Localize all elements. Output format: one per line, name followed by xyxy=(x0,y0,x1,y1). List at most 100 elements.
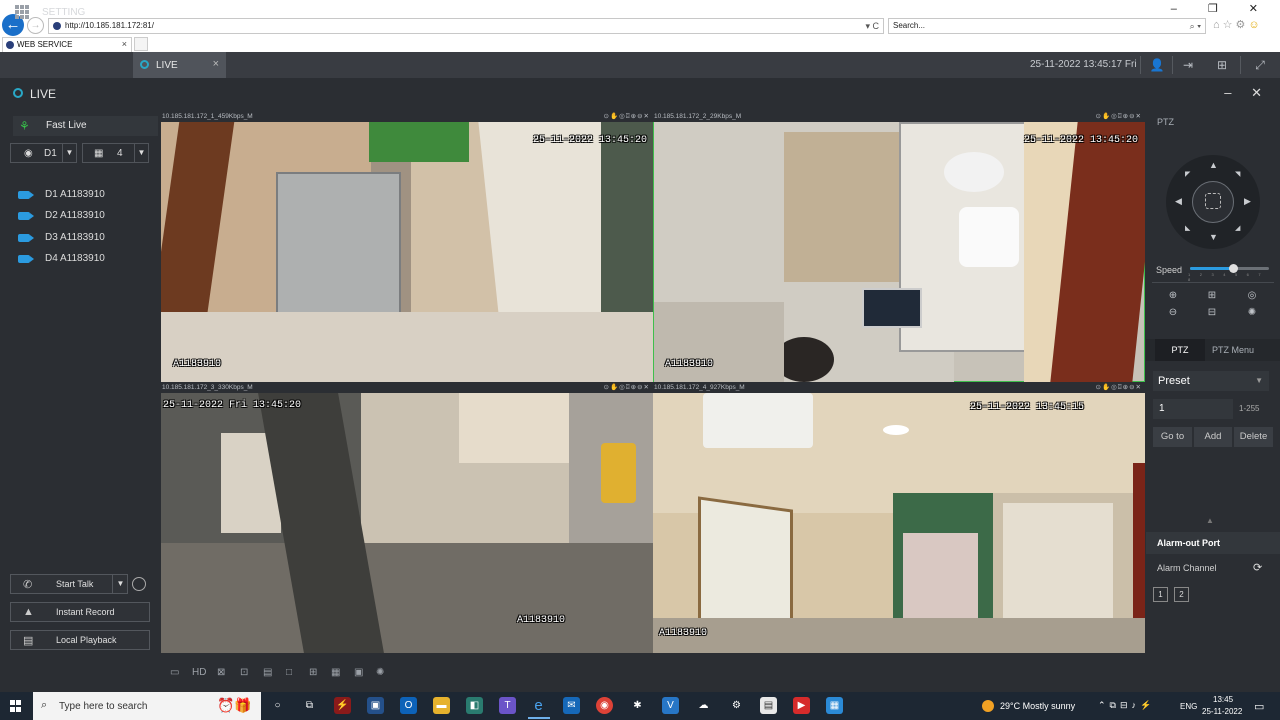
refresh-icon[interactable]: ⟳ xyxy=(1253,561,1262,574)
tab-live-close-icon[interactable]: × xyxy=(213,58,219,70)
local-playback-button[interactable]: ▤ Local Playback xyxy=(10,630,150,650)
focus-near-icon[interactable]: ⊞ xyxy=(1205,290,1219,302)
settings-icon[interactable]: ⚙ xyxy=(728,697,745,714)
ptz-down-icon[interactable]: ▼ xyxy=(1209,232,1218,242)
clock-time[interactable]: 13:45 xyxy=(1213,695,1233,704)
focus-far-icon[interactable]: ⊟ xyxy=(1205,307,1219,319)
browser-toolbar-icons[interactable]: ⌂☆⚙☺ xyxy=(1213,18,1263,31)
app-icon[interactable]: ▶ xyxy=(793,697,810,714)
alarm-port-2[interactable]: 2 xyxy=(1174,587,1189,602)
fit-screen-icon[interactable]: ⊡ xyxy=(240,667,248,679)
live-window-controls[interactable]: – ✕ xyxy=(1224,85,1270,101)
ptz-up-icon[interactable]: ▲ xyxy=(1209,160,1218,170)
camera-tools-icons[interactable]: ⊙✋◎⌼⊕⊖✕ xyxy=(1096,382,1142,393)
weather-text[interactable]: 29°C Mostly sunny xyxy=(1000,701,1075,711)
camera-tools-icons[interactable]: ⊙✋◎⌼⊕⊖✕ xyxy=(1096,111,1142,122)
outlook-icon[interactable]: O xyxy=(400,697,417,714)
tab-ptz-menu[interactable]: PTZ Menu xyxy=(1212,345,1254,355)
search-icon[interactable]: ⌕ ▾ xyxy=(1190,19,1201,33)
camera-view-4[interactable]: 10.185.181.172_4_927Kbps_M ⊙✋◎⌼⊕⊖✕ 25-11… xyxy=(653,382,1145,653)
clock-date[interactable]: 25-11-2022 xyxy=(1202,707,1242,716)
start-talk-dropdown[interactable]: ▼ xyxy=(112,574,128,594)
browser-tab[interactable]: WEB SERVICE × xyxy=(2,37,132,52)
task-view-icon[interactable]: ⧉ xyxy=(301,697,318,714)
internet-explorer-icon[interactable]: e xyxy=(530,697,547,714)
app-icon[interactable]: ▤ xyxy=(760,697,777,714)
taskbar-search-input[interactable]: ⌕ Type here to search ⏰🎁 xyxy=(33,692,261,720)
device-select[interactable]: ◉ D1 ▼ xyxy=(10,143,77,163)
custom-split-icon[interactable]: ▣ xyxy=(354,667,363,679)
delete-preset-button[interactable]: Delete xyxy=(1234,427,1273,447)
channel-item-d4[interactable]: D4 A1183910 xyxy=(18,252,148,268)
goto-preset-button[interactable]: Go to xyxy=(1153,427,1192,447)
ptz-up-right-icon[interactable]: ◥ xyxy=(1235,170,1240,178)
notification-icon[interactable]: ▭ xyxy=(1254,700,1264,713)
app-icon[interactable]: ✱ xyxy=(629,697,646,714)
preset-number-input[interactable]: 1 xyxy=(1153,399,1233,419)
browser-search-input[interactable]: Search... ⌕ ▾ xyxy=(888,18,1206,34)
settings-icon[interactable]: ✺ xyxy=(376,667,384,679)
tab-live[interactable]: LIVE × xyxy=(133,52,226,78)
zoom-area-icon[interactable] xyxy=(1205,193,1221,209)
ptz-right-icon[interactable]: ▶ xyxy=(1244,196,1251,207)
tab-close-icon[interactable]: × xyxy=(122,38,127,51)
camera-tools-icons[interactable]: ⊙✋◎⌼⊕⊖✕ xyxy=(604,382,650,393)
user-icon[interactable]: 👤 xyxy=(1149,57,1165,73)
address-tools-icon[interactable]: ▾ C xyxy=(865,19,879,33)
app-icon[interactable]: ⚡ xyxy=(334,697,351,714)
gear-icon[interactable]: ⚙ xyxy=(1236,19,1249,31)
camera-view-1[interactable]: 10.185.181.172_1_459Kbps_M ⊙✋◎⌼⊕⊖✕ 25-11… xyxy=(161,111,653,382)
fullscreen-icon[interactable]: ⤢ xyxy=(1252,57,1268,73)
weather-icon[interactable] xyxy=(982,700,994,712)
system-tray-icons[interactable]: ⌃⧉⊟♪⚡ xyxy=(1098,700,1155,711)
forward-button[interactable]: → xyxy=(27,17,44,34)
main-menu-grid-icon[interactable] xyxy=(15,5,29,19)
app-icon[interactable]: ▦ xyxy=(826,697,843,714)
camera-view-3[interactable]: 10.185.181.172_3_330Kbps_M ⊙✋◎⌼⊕⊖✕ 25-11… xyxy=(161,382,653,653)
language-indicator[interactable]: ENG xyxy=(1180,702,1197,711)
chrome-icon[interactable]: ◉ xyxy=(596,697,613,714)
preset-select[interactable]: Preset ▼ xyxy=(1153,371,1269,391)
cortana-icon[interactable]: ○ xyxy=(269,697,286,714)
iris-open-icon[interactable]: ◎ xyxy=(1245,290,1259,302)
quality-toggle[interactable]: HD xyxy=(192,667,206,679)
split-4-icon[interactable]: ⊞ xyxy=(309,667,317,679)
favorites-icon[interactable]: ☆ xyxy=(1223,19,1236,31)
camera-tools-icons[interactable]: ⊙✋◎⌼⊕⊖✕ xyxy=(604,111,650,122)
mail-icon[interactable]: ✉ xyxy=(563,697,580,714)
zoom-in-icon[interactable]: ⊕ xyxy=(1166,290,1180,302)
camera-view-2[interactable]: 10.185.181.172_2_29Kbps_M ⊙✋◎⌼⊕⊖✕ 25-11-… xyxy=(653,111,1145,382)
channel-item-d3[interactable]: D3 A1183910 xyxy=(18,231,148,247)
split-9-icon[interactable]: ▦ xyxy=(331,667,340,679)
window-controls[interactable]: – ❐ ✕ xyxy=(1171,2,1272,15)
app-icon[interactable]: ☁ xyxy=(695,697,712,714)
setting-menu[interactable]: SETTING xyxy=(42,7,85,18)
alarm-port-1[interactable]: 1 xyxy=(1153,587,1168,602)
add-preset-button[interactable]: Add xyxy=(1194,427,1232,447)
ptz-left-icon[interactable]: ◀ xyxy=(1175,196,1182,207)
chevron-down-icon[interactable]: ▼ xyxy=(134,144,148,162)
split-select[interactable]: ▦ 4 ▼ xyxy=(82,143,149,163)
channel-item-d1[interactable]: D1 A1183910 xyxy=(18,188,148,204)
chevron-down-icon[interactable]: ▼ xyxy=(62,144,76,162)
start-talk-button[interactable]: ✆ Start Talk xyxy=(10,574,128,594)
layout-icon[interactable]: ⊞ xyxy=(1214,57,1230,73)
home-icon[interactable]: ⌂ xyxy=(1213,19,1223,31)
channel-item-d2[interactable]: D2 A1183910 xyxy=(18,209,148,225)
feedback-smiley-icon[interactable]: ☺ xyxy=(1248,19,1262,31)
wide-screen-icon[interactable]: ▭ xyxy=(170,667,179,679)
ptz-up-left-icon[interactable]: ◤ xyxy=(1185,170,1190,178)
ptz-down-left-icon[interactable]: ◣ xyxy=(1185,224,1190,232)
ratio-icon[interactable]: ⊠ xyxy=(217,667,225,679)
talk-status-icon[interactable] xyxy=(132,577,146,591)
ptz-down-right-icon[interactable]: ◢ xyxy=(1235,224,1240,232)
collapse-icon[interactable]: ▲ xyxy=(1206,516,1214,525)
new-tab-button[interactable] xyxy=(134,37,148,51)
stretch-icon[interactable]: ▤ xyxy=(263,667,272,679)
logout-icon[interactable]: ⇥ xyxy=(1180,57,1196,73)
instant-record-button[interactable]: ▲ Instant Record xyxy=(10,602,150,622)
windows-start-icon[interactable] xyxy=(10,700,22,712)
tab-ptz[interactable]: PTZ xyxy=(1155,339,1205,361)
app-icon[interactable]: V xyxy=(662,697,679,714)
file-explorer-icon[interactable]: ▬ xyxy=(433,697,450,714)
